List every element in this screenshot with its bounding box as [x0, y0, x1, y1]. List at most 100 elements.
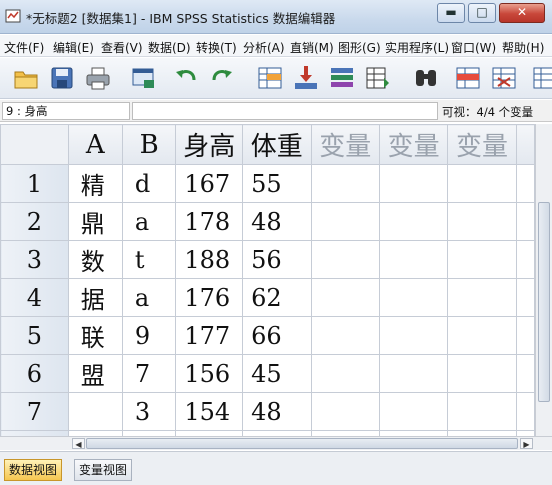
column-header-height[interactable]: 身高 — [175, 124, 244, 165]
cell-a[interactable]: 精 — [67, 164, 123, 203]
row-number[interactable]: 5 — [0, 316, 69, 355]
goto-variable-icon[interactable] — [292, 64, 320, 92]
cell-empty[interactable] — [447, 392, 517, 431]
cell-empty[interactable] — [378, 202, 449, 241]
save-icon[interactable] — [48, 64, 76, 92]
column-header-a[interactable]: A — [67, 124, 123, 165]
cell-empty[interactable] — [447, 316, 517, 355]
cell-empty[interactable] — [515, 316, 535, 355]
row-number[interactable]: 7 — [0, 392, 69, 431]
cell-empty[interactable] — [310, 316, 380, 355]
cell-weight[interactable]: 48 — [242, 392, 312, 431]
menu-analyze[interactable]: 分析(A) — [243, 39, 285, 56]
row-number[interactable]: 3 — [0, 240, 69, 279]
cell-height[interactable]: 188 — [175, 240, 244, 279]
cell-empty[interactable] — [378, 316, 449, 355]
menu-window[interactable]: 窗口(W) — [451, 39, 496, 56]
cell-empty[interactable] — [310, 354, 380, 393]
tab-data-view[interactable]: 数据视图 — [4, 459, 63, 481]
cell-weight[interactable]: 66 — [242, 316, 312, 355]
goto-case-icon[interactable] — [256, 64, 284, 92]
cell-weight[interactable]: 48 — [242, 202, 312, 241]
minimize-button[interactable]: ▬ — [437, 3, 465, 23]
cell-empty[interactable] — [310, 240, 380, 279]
redo-icon[interactable] — [208, 64, 236, 92]
cell-b[interactable]: t — [121, 240, 177, 279]
cell-value-input[interactable] — [132, 102, 438, 120]
vertical-scroll-thumb[interactable] — [538, 202, 550, 402]
menu-direct-marketing[interactable]: 直销(M) — [290, 39, 334, 56]
menu-edit[interactable]: 编辑(E) — [53, 39, 94, 56]
row-number[interactable]: 2 — [0, 202, 69, 241]
cell-b[interactable]: 9 — [121, 316, 177, 355]
cell-empty[interactable] — [515, 240, 535, 279]
horizontal-scroll-thumb[interactable] — [86, 438, 518, 449]
insert-variable-icon[interactable] — [490, 64, 518, 92]
cell-height[interactable]: 176 — [175, 278, 244, 317]
cell-empty[interactable] — [447, 278, 517, 317]
cell-empty[interactable] — [310, 278, 380, 317]
cell-weight[interactable]: 56 — [242, 240, 312, 279]
column-header-empty-variable[interactable] — [515, 124, 535, 165]
cell-empty[interactable] — [515, 202, 535, 241]
row-number[interactable]: 4 — [0, 278, 69, 317]
cell-empty[interactable] — [515, 354, 535, 393]
scroll-right-arrow-icon[interactable]: ▶ — [520, 438, 533, 449]
cell-a[interactable]: 鼎 — [67, 202, 123, 241]
horizontal-scrollbar[interactable]: ◀ ▶ — [0, 436, 552, 450]
cell-empty[interactable] — [310, 164, 380, 203]
cell-height[interactable]: 177 — [175, 316, 244, 355]
cell-height[interactable]: 154 — [175, 392, 244, 431]
cell-height[interactable]: 156 — [175, 354, 244, 393]
variables-icon[interactable] — [328, 64, 356, 92]
cell-empty[interactable] — [378, 164, 449, 203]
menu-transform[interactable]: 转换(T) — [196, 39, 237, 56]
cell-height[interactable]: 178 — [175, 202, 244, 241]
cell-empty[interactable] — [378, 278, 449, 317]
split-file-icon[interactable] — [532, 64, 552, 92]
column-header-empty-variable[interactable]: 变量 — [310, 124, 380, 165]
cell-height[interactable]: 167 — [175, 164, 244, 203]
close-button[interactable]: ✕ — [499, 3, 545, 23]
cell-empty[interactable] — [310, 202, 380, 241]
print-icon[interactable] — [84, 64, 112, 92]
undo-icon[interactable] — [172, 64, 200, 92]
cell-empty[interactable] — [447, 240, 517, 279]
column-header-empty-variable[interactable]: 变量 — [378, 124, 449, 165]
spss-app-icon[interactable] — [5, 8, 21, 24]
cell-empty[interactable] — [447, 354, 517, 393]
open-folder-icon[interactable] — [12, 64, 40, 92]
cell-empty[interactable] — [515, 392, 535, 431]
cell-empty[interactable] — [378, 240, 449, 279]
cell-empty[interactable] — [447, 164, 517, 203]
cell-a[interactable] — [67, 392, 123, 431]
menu-help[interactable]: 帮助(H) — [502, 39, 544, 56]
grid-corner[interactable] — [0, 124, 69, 165]
menu-view[interactable]: 查看(V) — [101, 39, 143, 56]
row-number[interactable]: 6 — [0, 354, 69, 393]
cell-weight[interactable]: 45 — [242, 354, 312, 393]
cell-empty[interactable] — [515, 164, 535, 203]
cell-a[interactable]: 联 — [67, 316, 123, 355]
column-header-weight[interactable]: 体重 — [242, 124, 312, 165]
cell-a[interactable]: 据 — [67, 278, 123, 317]
vertical-scrollbar[interactable] — [535, 124, 552, 436]
cell-a[interactable]: 盟 — [67, 354, 123, 393]
find-icon[interactable] — [412, 64, 440, 92]
cell-empty[interactable] — [447, 202, 517, 241]
menu-graphs[interactable]: 图形(G) — [338, 39, 381, 56]
cell-b[interactable]: 3 — [121, 392, 177, 431]
cell-a[interactable]: 数 — [67, 240, 123, 279]
dialog-recall-icon[interactable] — [130, 64, 158, 92]
column-header-empty-variable[interactable]: 变量 — [447, 124, 517, 165]
cell-empty[interactable] — [378, 392, 449, 431]
scroll-left-arrow-icon[interactable]: ◀ — [72, 438, 85, 449]
cell-b[interactable]: d — [121, 164, 177, 203]
insert-cases-icon[interactable] — [454, 64, 482, 92]
column-header-b[interactable]: B — [121, 124, 177, 165]
row-number[interactable]: 1 — [0, 164, 69, 203]
cell-b[interactable]: 7 — [121, 354, 177, 393]
cell-b[interactable]: a — [121, 202, 177, 241]
cell-weight[interactable]: 55 — [242, 164, 312, 203]
maximize-button[interactable]: □ — [468, 3, 496, 23]
